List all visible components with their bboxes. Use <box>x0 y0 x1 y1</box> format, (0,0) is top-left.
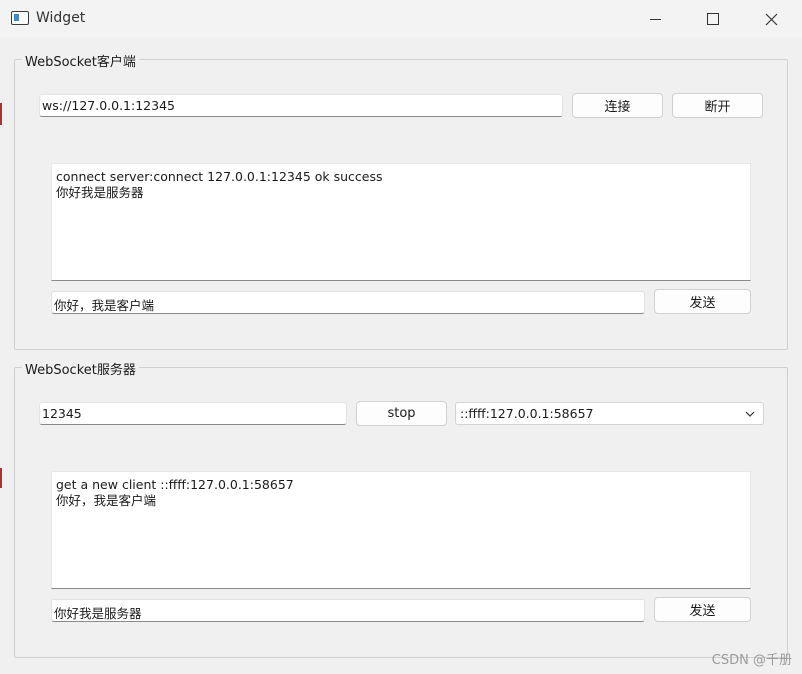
client-select-value: ::ffff:127.0.0.1:58657 <box>460 406 594 421</box>
close-button[interactable] <box>748 0 794 38</box>
minimize-icon <box>649 18 661 20</box>
client-log-line: connect server:connect 127.0.0.1:12345 o… <box>56 169 383 184</box>
minimize-button[interactable] <box>632 0 678 38</box>
title-bar: Widget <box>0 0 802 38</box>
client-url-input[interactable]: ws://127.0.0.1:12345 <box>39 94 563 117</box>
client-log-line: 你好我是服务器 <box>56 184 144 200</box>
window-edge-marker <box>0 103 2 125</box>
chevron-down-icon <box>745 411 755 417</box>
client-select[interactable]: ::ffff:127.0.0.1:58657 <box>455 402 764 425</box>
maximize-button[interactable] <box>690 0 736 38</box>
client-group-title: WebSocket客户端 <box>22 51 139 70</box>
server-log-textarea[interactable]: get a new client ::ffff:127.0.0.1:58657 … <box>51 471 751 589</box>
disconnect-button[interactable]: 断开 <box>672 93 763 118</box>
client-message-input[interactable]: 你好，我是客户端 <box>51 291 645 314</box>
maximize-icon <box>707 13 719 25</box>
server-log-line: 你好，我是客户端 <box>56 492 157 508</box>
client-log-textarea[interactable]: connect server:connect 127.0.0.1:12345 o… <box>51 163 751 281</box>
client-send-button[interactable]: 发送 <box>654 289 751 314</box>
watermark: CSDN @千册 <box>711 653 792 668</box>
window-title: Widget <box>36 10 86 26</box>
server-group-title: WebSocket服务器 <box>22 359 139 378</box>
server-port-input[interactable]: 12345 <box>39 402 347 425</box>
window-edge-marker <box>0 468 2 488</box>
server-log-line: get a new client ::ffff:127.0.0.1:58657 <box>56 477 294 492</box>
close-icon <box>765 13 777 25</box>
app-icon <box>11 11 29 25</box>
connect-button[interactable]: 连接 <box>572 93 663 118</box>
server-message-input[interactable]: 你好我是服务器 <box>51 599 645 622</box>
server-send-button[interactable]: 发送 <box>654 597 751 622</box>
stop-button[interactable]: stop <box>356 401 447 426</box>
